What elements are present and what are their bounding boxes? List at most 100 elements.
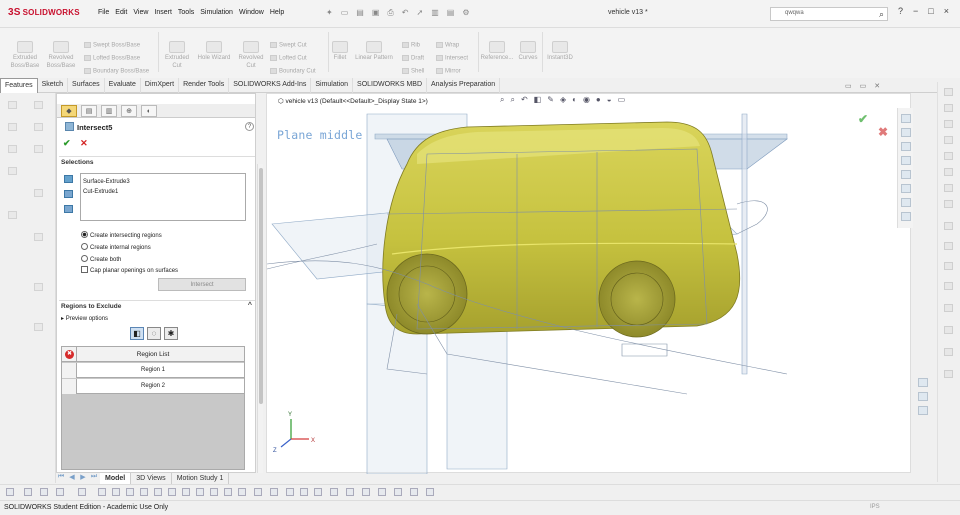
edit-appearance-icon[interactable]: ● bbox=[596, 95, 601, 105]
boundary-boss-button[interactable]: Boundary Boss/Base bbox=[84, 68, 149, 75]
view-settings-icon[interactable]: ▭ bbox=[618, 95, 626, 105]
tool-icon[interactable] bbox=[8, 145, 17, 153]
tool-icon[interactable] bbox=[426, 488, 434, 496]
tool-icon[interactable] bbox=[8, 101, 17, 109]
minimize-icon[interactable]: − bbox=[913, 6, 918, 16]
save-icon[interactable]: ▣ bbox=[372, 8, 380, 18]
curves-button[interactable]: Curves bbox=[515, 41, 541, 62]
rib-button[interactable]: Rib bbox=[402, 42, 420, 49]
new-document-icon[interactable]: ▭ bbox=[341, 8, 349, 18]
help-icon[interactable]: ? bbox=[898, 6, 903, 16]
viewport-breadcrumb[interactable]: ⬡ vehicle v13 (Default<<Default>_Display… bbox=[278, 97, 428, 105]
cap-planar-openings-checkbox[interactable]: Cap planar openings on surfaces bbox=[81, 266, 178, 274]
search-input[interactable]: qwqwa ⌕ bbox=[770, 7, 888, 21]
tool-icon[interactable] bbox=[6, 488, 14, 496]
menu-view[interactable]: View bbox=[130, 9, 151, 16]
display-manager-tab-icon[interactable]: ◐ bbox=[141, 105, 157, 117]
tool-icon[interactable] bbox=[944, 262, 953, 270]
selection-list[interactable]: Surface-Extrude3 Cut-Extrude1 bbox=[80, 173, 246, 221]
feature-manager-tab-icon[interactable]: ◆ bbox=[61, 105, 77, 117]
tool-icon[interactable] bbox=[944, 326, 953, 334]
shell-button[interactable]: Shell bbox=[402, 68, 424, 75]
tool-icon[interactable] bbox=[34, 233, 43, 241]
cancel-x-icon[interactable]: ✕ bbox=[80, 138, 88, 148]
tab-render-tools[interactable]: Render Tools bbox=[179, 78, 230, 93]
dynamic-annotation-icon[interactable]: ✎ bbox=[547, 95, 554, 105]
boundary-cut-button[interactable]: Boundary Cut bbox=[270, 68, 316, 75]
solidworks-logo[interactable]: 3S SOLIDWORKS bbox=[8, 7, 80, 18]
collapse-chevron-icon[interactable]: ^ bbox=[248, 302, 252, 309]
configuration-manager-tab-icon[interactable]: ▥ bbox=[101, 105, 117, 117]
display-style-icon[interactable]: ◐ bbox=[572, 95, 577, 105]
prev-tab-icon[interactable]: ◀ bbox=[67, 473, 77, 484]
tool-icon[interactable] bbox=[78, 488, 86, 496]
reference-geometry-button[interactable]: Reference... bbox=[480, 41, 514, 62]
solidworks-forum-icon[interactable] bbox=[901, 198, 911, 207]
previous-view-icon[interactable]: ↶ bbox=[521, 95, 528, 105]
tool-icon[interactable] bbox=[944, 184, 953, 192]
tool-icon[interactable] bbox=[944, 222, 953, 230]
tool-icon[interactable] bbox=[300, 488, 308, 496]
tool-icon[interactable] bbox=[944, 88, 953, 96]
restore-icon[interactable]: ▭ bbox=[845, 82, 852, 90]
tab-dimxpert[interactable]: DimXpert bbox=[141, 78, 180, 93]
tab-sketch[interactable]: Sketch bbox=[38, 78, 69, 93]
delete-icon[interactable]: ✖ bbox=[65, 350, 74, 359]
zoom-to-area-icon[interactable]: ⌕ bbox=[510, 95, 514, 105]
extruded-cut-button[interactable]: Extruded Cut bbox=[162, 41, 192, 70]
tool-icon[interactable] bbox=[98, 488, 106, 496]
tool-icon[interactable] bbox=[286, 488, 294, 496]
tool-icon[interactable] bbox=[168, 488, 176, 496]
tool-icon[interactable] bbox=[140, 488, 148, 496]
undo-icon[interactable]: ↶ bbox=[402, 8, 409, 18]
tool-icon[interactable] bbox=[330, 488, 338, 496]
menu-edit[interactable]: Edit bbox=[112, 9, 130, 16]
property-manager-tab-icon[interactable]: ▤ bbox=[81, 105, 97, 117]
select-icon[interactable]: ➚ bbox=[417, 8, 424, 18]
tool-icon[interactable] bbox=[362, 488, 370, 496]
tool-icon[interactable] bbox=[112, 488, 120, 496]
row-checkbox[interactable] bbox=[62, 379, 77, 394]
row-checkbox[interactable] bbox=[62, 363, 77, 378]
swept-cut-button[interactable]: Swept Cut bbox=[270, 42, 307, 49]
extruded-boss-button[interactable]: Extruded Boss/Base bbox=[8, 41, 42, 70]
wrap-button[interactable]: Wrap bbox=[436, 42, 459, 49]
table-row[interactable]: Region 1 bbox=[62, 363, 244, 378]
tool-icon[interactable] bbox=[154, 488, 162, 496]
maximize-icon[interactable]: □ bbox=[928, 6, 933, 16]
options-icon[interactable]: ⚙ bbox=[462, 8, 469, 18]
tool-icon[interactable] bbox=[8, 211, 17, 219]
menu-window[interactable]: Window bbox=[236, 9, 267, 16]
search-icon[interactable]: ⌕ bbox=[879, 9, 884, 20]
tool-icon[interactable] bbox=[944, 282, 953, 290]
tab-analysis-preparation[interactable]: Analysis Preparation bbox=[427, 78, 501, 93]
lofted-cut-button[interactable]: Lofted Cut bbox=[270, 55, 307, 62]
tool-icon[interactable] bbox=[378, 488, 386, 496]
tool-icon[interactable] bbox=[224, 488, 232, 496]
tool-icon[interactable] bbox=[918, 392, 928, 401]
unit-system[interactable]: IPS bbox=[870, 504, 880, 510]
tool-icon[interactable] bbox=[270, 488, 278, 496]
open-icon[interactable]: ▤ bbox=[356, 8, 364, 18]
tool-icon[interactable] bbox=[238, 488, 246, 496]
design-library-icon[interactable] bbox=[901, 128, 911, 137]
section-view-icon[interactable]: ◧ bbox=[534, 95, 542, 105]
tool-icon[interactable] bbox=[34, 323, 43, 331]
first-tab-icon[interactable]: ⏮ bbox=[56, 473, 66, 484]
tool-icon[interactable] bbox=[40, 488, 48, 496]
tool-icon[interactable] bbox=[944, 370, 953, 378]
tool-icon[interactable] bbox=[944, 168, 953, 176]
tool-icon[interactable] bbox=[314, 488, 322, 496]
swept-boss-button[interactable]: Swept Boss/Base bbox=[84, 42, 140, 49]
menu-simulation[interactable]: Simulation bbox=[197, 9, 236, 16]
tool-icon[interactable] bbox=[944, 304, 953, 312]
tool-icon[interactable] bbox=[944, 136, 953, 144]
tool-icon[interactable] bbox=[126, 488, 134, 496]
tool-icon[interactable] bbox=[210, 488, 218, 496]
tool-icon[interactable] bbox=[24, 488, 32, 496]
create-both-radio[interactable]: Create both bbox=[81, 255, 121, 263]
toolbox-icon[interactable] bbox=[901, 212, 911, 221]
custom-properties-icon[interactable] bbox=[901, 184, 911, 193]
mirror-button[interactable]: Mirror bbox=[436, 68, 461, 75]
preview-hide-icon[interactable]: ◌ bbox=[147, 327, 161, 340]
